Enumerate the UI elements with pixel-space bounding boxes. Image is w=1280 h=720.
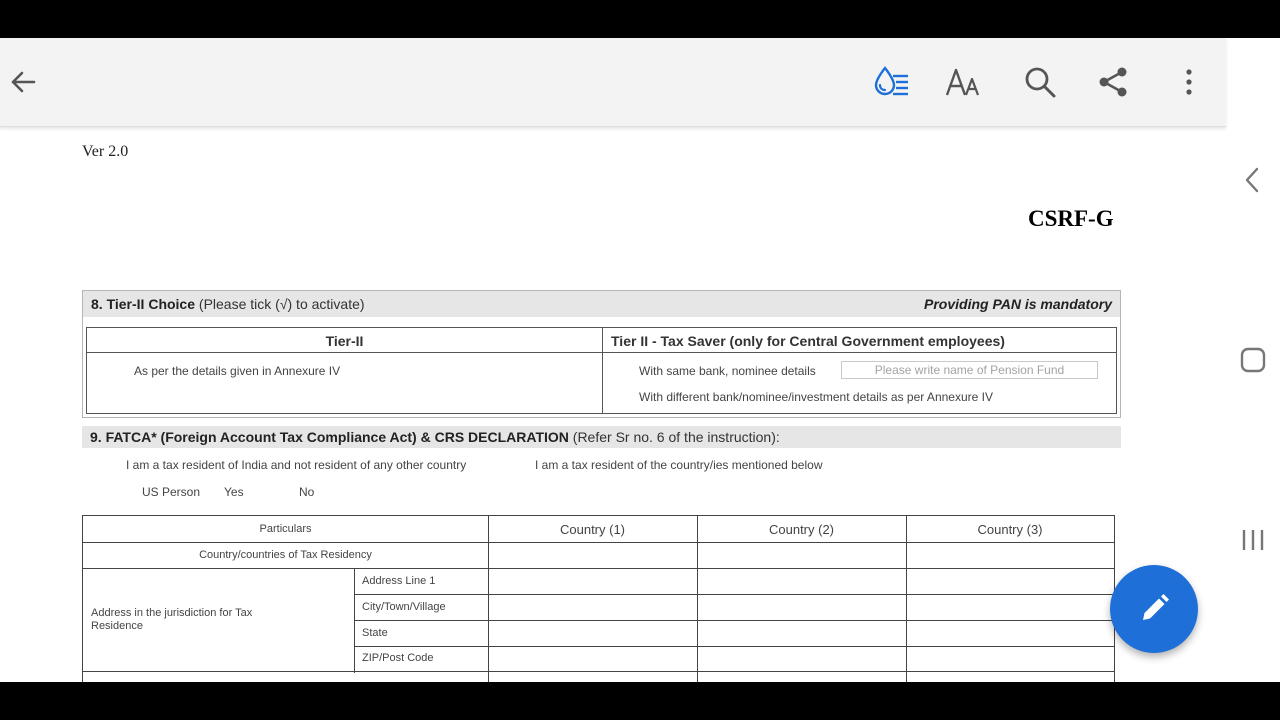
address-jurisdiction-label: Address in the jurisdiction for Tax Resi… bbox=[91, 607, 253, 632]
tax-residency-label: Country/countries of Tax Residency bbox=[199, 549, 372, 561]
mandatory-note: Providing PAN is mandatory bbox=[924, 296, 1112, 312]
tier-ii-header: Tier-II bbox=[325, 333, 364, 349]
country-2-header: Country (2) bbox=[768, 522, 835, 537]
text-size-icon bbox=[945, 68, 980, 96]
section-note: (Please tick (√) to activate) bbox=[198, 296, 365, 312]
section-9-title: 9. FATCA* (Foreign Account Tax Complianc… bbox=[90, 429, 780, 445]
row-divider bbox=[83, 671, 1114, 672]
same-bank-option: With same bank, nominee details bbox=[639, 364, 816, 378]
pencil-icon bbox=[1143, 594, 1169, 620]
search-icon bbox=[1025, 67, 1056, 98]
nav-recents-button[interactable] bbox=[1226, 520, 1280, 560]
section-8-title: 8. Tier-II Choice (Please tick (√) to ac… bbox=[91, 296, 365, 312]
section-note: (Refer Sr no. 6 of the instruction): bbox=[572, 429, 780, 445]
column-divider bbox=[697, 516, 698, 682]
tier-ii-table: Tier-II Tier II - Tax Saver (only for Ce… bbox=[86, 327, 1117, 414]
more-options-button[interactable] bbox=[1169, 62, 1209, 102]
tax-saver-header: Tier II - Tax Saver (only for Central Go… bbox=[611, 333, 1005, 349]
india-resident-option: I am a tax resident of India and not res… bbox=[126, 458, 467, 472]
form-code: CSRF-G bbox=[1028, 206, 1114, 231]
section-8-tier-ii: 8. Tier-II Choice (Please tick (√) to ac… bbox=[82, 290, 1121, 418]
share-icon bbox=[1099, 67, 1127, 97]
column-divider bbox=[906, 516, 907, 682]
us-person-label: US Person bbox=[142, 485, 201, 499]
section-heading: Tier-II Choice bbox=[106, 296, 196, 312]
reading-mode-button[interactable] bbox=[871, 62, 911, 102]
share-button[interactable] bbox=[1093, 62, 1133, 102]
country-1-header: Country (1) bbox=[559, 522, 626, 537]
city-label: City/Town/Village bbox=[362, 601, 446, 613]
section-number: 8. bbox=[91, 296, 103, 312]
address-line-1-label: Address Line 1 bbox=[362, 575, 436, 587]
pension-fund-field[interactable]: Please write name of Pension Fund bbox=[841, 361, 1098, 379]
tier-ii-annexure-option: As per the details given in Annexure IV bbox=[134, 364, 341, 378]
nav-home-button[interactable] bbox=[1226, 340, 1280, 380]
row-divider bbox=[83, 542, 1114, 543]
state-label: State bbox=[362, 627, 388, 639]
row-divider bbox=[354, 646, 1114, 647]
pdf-page[interactable]: Ver 2.0 CSRF-G 8. Tier-II Choice (Please… bbox=[0, 126, 1226, 682]
different-bank-option: With different bank/nominee/investment d… bbox=[639, 390, 993, 404]
reading-mode-icon bbox=[874, 66, 908, 96]
app-toolbar bbox=[0, 38, 1226, 127]
section-8-header: 8. Tier-II Choice (Please tick (√) to ac… bbox=[83, 291, 1120, 317]
foreign-resident-option: I am a tax resident of the country/ies m… bbox=[535, 458, 823, 472]
search-button[interactable] bbox=[1020, 62, 1060, 102]
zip-label: ZIP/Post Code bbox=[362, 652, 434, 664]
arrow-left-icon bbox=[11, 71, 36, 93]
back-button[interactable] bbox=[3, 62, 43, 102]
us-person-no-option: No bbox=[299, 485, 315, 499]
square-icon bbox=[1240, 347, 1266, 373]
us-person-yes-option: Yes bbox=[224, 485, 244, 499]
country-3-header: Country (3) bbox=[977, 522, 1043, 537]
row-divider bbox=[354, 594, 1114, 595]
screen: Ver 2.0 CSRF-G 8. Tier-II Choice (Please… bbox=[0, 38, 1280, 682]
tax-residency-table: Particulars Country (1) Country (2) Coun… bbox=[82, 515, 1115, 682]
section-heading: FATCA* (Foreign Account Tax Compliance A… bbox=[105, 429, 569, 445]
row-divider bbox=[354, 620, 1114, 621]
recents-icon bbox=[1242, 530, 1264, 550]
divider bbox=[602, 328, 603, 413]
version-label: Ver 2.0 bbox=[82, 143, 129, 160]
particulars-header: Particulars bbox=[259, 523, 312, 535]
edit-fab-button[interactable] bbox=[1110, 565, 1198, 653]
nav-back-button[interactable] bbox=[1226, 160, 1280, 200]
system-nav-bar bbox=[1226, 38, 1280, 682]
more-vert-icon bbox=[1186, 69, 1192, 95]
row-divider bbox=[83, 568, 1114, 569]
chevron-left-icon bbox=[1245, 167, 1259, 193]
column-divider bbox=[354, 569, 355, 673]
section-number: 9. bbox=[90, 429, 102, 445]
section-9-header: 9. FATCA* (Foreign Account Tax Complianc… bbox=[82, 426, 1121, 448]
column-divider bbox=[488, 516, 489, 682]
text-size-button[interactable] bbox=[944, 62, 984, 102]
